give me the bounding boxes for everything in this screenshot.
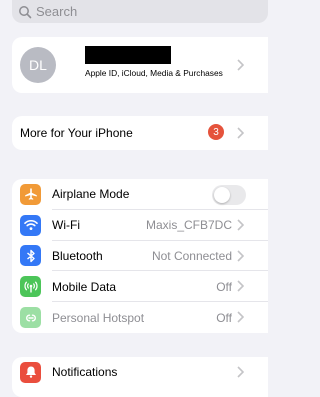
chevron-right-icon — [237, 250, 244, 262]
bluetooth-icon — [20, 245, 41, 267]
chevron-right-icon — [237, 127, 244, 139]
toggle-knob — [214, 187, 230, 203]
notification-badge: 3 — [208, 124, 224, 140]
hotspot-icon — [20, 307, 41, 329]
settings-row-notifications[interactable]: Notifications — [12, 357, 268, 388]
search-icon — [18, 5, 32, 19]
personal-hotspot-status: Off — [216, 310, 232, 325]
airplane-icon — [20, 183, 41, 205]
airplane-mode-toggle[interactable] — [212, 185, 246, 205]
settings-row-mobile-data[interactable]: Mobile Data Off — [12, 271, 268, 303]
chevron-right-icon — [237, 219, 244, 231]
search-placeholder: Search — [36, 4, 78, 19]
apple-id-card[interactable]: DL Apple ID, iCloud, Media & Purchases — [12, 37, 268, 93]
more-for-iphone-row[interactable]: More for Your iPhone 3 — [12, 116, 268, 150]
settings-row-bluetooth[interactable]: Bluetooth Not Connected — [12, 241, 268, 272]
bluetooth-label: Bluetooth — [52, 248, 103, 263]
notifications-group: Notifications — [12, 357, 268, 397]
search-field[interactable]: Search — [12, 0, 268, 23]
chevron-right-icon — [237, 280, 244, 292]
chevron-right-icon — [237, 59, 244, 71]
chevron-right-icon — [237, 366, 244, 378]
settings-row-airplane-mode[interactable]: Airplane Mode — [12, 179, 268, 210]
chevron-right-icon — [237, 311, 244, 323]
profile-subtitle: Apple ID, iCloud, Media & Purchases — [85, 68, 223, 78]
bluetooth-status: Not Connected — [151, 248, 232, 263]
redacted-name — [85, 46, 171, 64]
mobile-data-status: Off — [216, 279, 232, 294]
airplane-mode-label: Airplane Mode — [52, 187, 130, 202]
settings-row-wifi[interactable]: Wi-Fi Maxis_CFB7DC — [12, 210, 268, 241]
wifi-network-name: Maxis_CFB7DC — [145, 218, 232, 233]
wifi-label: Wi-Fi — [52, 218, 80, 233]
notifications-label: Notifications — [52, 365, 118, 380]
avatar: DL — [20, 47, 56, 83]
wifi-icon — [20, 214, 41, 236]
settings-row-personal-hotspot[interactable]: Personal Hotspot Off — [12, 302, 268, 333]
mobile-data-label: Mobile Data — [52, 279, 117, 294]
more-for-iphone-label: More for Your iPhone — [20, 126, 133, 140]
antenna-icon — [20, 276, 41, 298]
personal-hotspot-label: Personal Hotspot — [52, 310, 145, 325]
connectivity-group: Airplane Mode Wi-Fi Maxis_CFB7DC Bluetoo… — [12, 179, 268, 333]
